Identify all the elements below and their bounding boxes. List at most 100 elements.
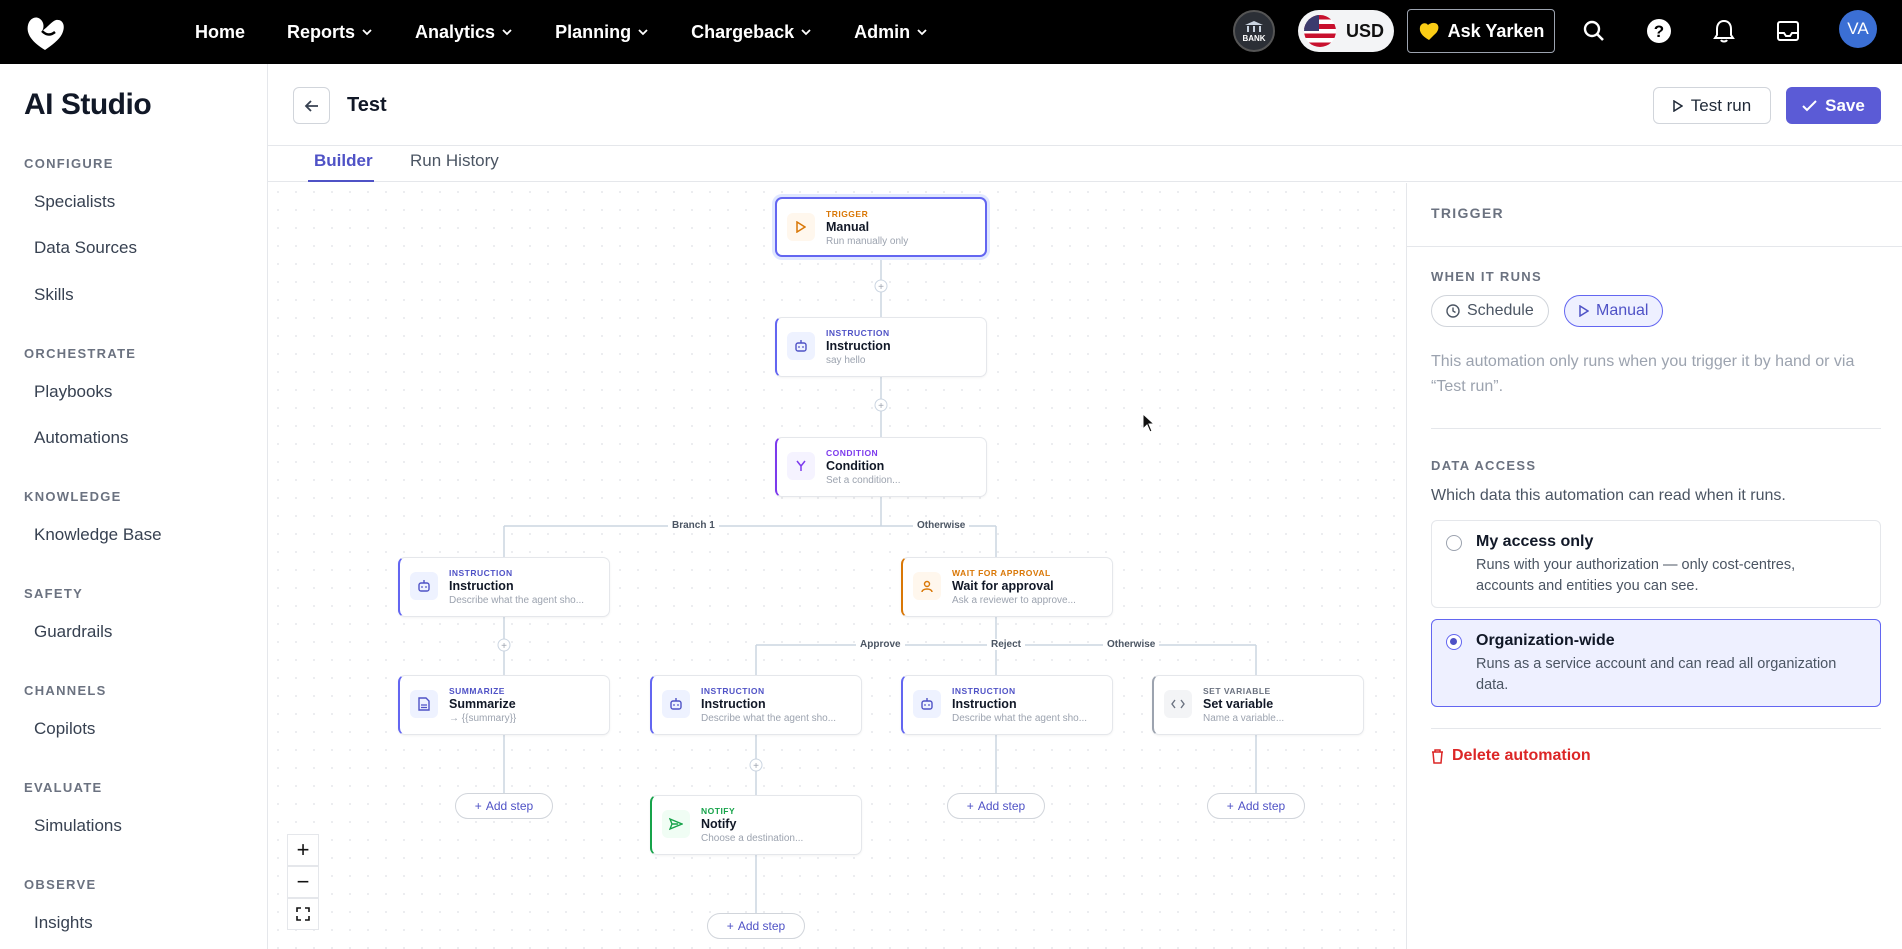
tab-run-history[interactable]: Run History bbox=[410, 151, 499, 171]
tab-bar: Builder Run History bbox=[268, 146, 1902, 182]
node-desc: Ask a reviewer to approve... bbox=[952, 595, 1076, 606]
currency-label: USD bbox=[1346, 20, 1385, 41]
play-icon bbox=[787, 213, 815, 241]
nav-chargeback[interactable]: Chargeback bbox=[691, 22, 812, 43]
flow-node-instruction[interactable]: INSTRUCTION Instruction Describe what th… bbox=[398, 557, 610, 617]
flow-node-condition[interactable]: CONDITION Condition Set a condition... bbox=[775, 437, 987, 497]
sidebar-item-simulations[interactable]: Simulations bbox=[34, 816, 122, 836]
chevron-down-icon bbox=[638, 29, 648, 36]
flow-canvas[interactable]: + + + + Branch 1 Otherwise Approve Rejec… bbox=[269, 183, 1406, 949]
chevron-down-icon bbox=[362, 29, 372, 36]
svg-text:+: + bbox=[753, 761, 759, 772]
sidebar-item-playbooks[interactable]: Playbooks bbox=[34, 382, 112, 402]
sidebar-item-automations[interactable]: Automations bbox=[34, 428, 129, 448]
bank-label: BANK bbox=[1242, 33, 1266, 43]
plus-icon: + bbox=[726, 919, 734, 933]
svg-text:+: + bbox=[878, 282, 884, 293]
document-icon bbox=[410, 690, 438, 718]
sidebar-section-safety: SAFETY bbox=[24, 586, 84, 601]
node-name: Instruction bbox=[449, 579, 514, 593]
radio-button[interactable] bbox=[1446, 535, 1462, 551]
flow-node-instruction[interactable]: INSTRUCTION Instruction say hello bbox=[775, 317, 987, 377]
mouse-cursor-icon bbox=[1142, 412, 1156, 438]
add-step-button[interactable]: + Add step bbox=[455, 793, 553, 819]
sidebar-item-specialists[interactable]: Specialists bbox=[34, 192, 115, 212]
sidebar-item-copilots[interactable]: Copilots bbox=[34, 719, 95, 739]
node-type: WAIT FOR APPROVAL bbox=[952, 568, 1051, 578]
sidebar-section-observe: OBSERVE bbox=[24, 877, 97, 892]
zoom-out-button[interactable]: − bbox=[287, 866, 319, 898]
flow-node-instruction[interactable]: INSTRUCTION Instruction Describe what th… bbox=[901, 675, 1113, 735]
flow-node-wait-for-approval[interactable]: WAIT FOR APPROVAL Wait for approval Ask … bbox=[901, 557, 1113, 617]
nav-chargeback-label: Chargeback bbox=[691, 21, 795, 42]
zoom-in-button[interactable]: + bbox=[287, 834, 319, 866]
chevron-down-icon bbox=[917, 29, 927, 36]
code-icon bbox=[1164, 690, 1192, 718]
sidebar-item-knowledge-base[interactable]: Knowledge Base bbox=[34, 525, 162, 545]
nav-admin[interactable]: Admin bbox=[854, 22, 928, 43]
test-run-button[interactable]: Test run bbox=[1653, 87, 1771, 124]
flow-node-notify[interactable]: NOTIFY Notify Choose a destination... bbox=[650, 795, 862, 855]
tab-builder[interactable]: Builder bbox=[314, 151, 373, 171]
node-name: Notify bbox=[701, 817, 737, 831]
node-name: Condition bbox=[826, 459, 885, 473]
sidebar-section-orchestrate: ORCHESTRATE bbox=[24, 346, 137, 361]
back-button[interactable] bbox=[293, 87, 330, 124]
node-type: SET VARIABLE bbox=[1203, 686, 1271, 696]
fit-view-button[interactable] bbox=[287, 898, 319, 930]
divider bbox=[1431, 428, 1881, 429]
add-step-button[interactable]: + Add step bbox=[947, 793, 1045, 819]
radio-button-selected[interactable] bbox=[1446, 634, 1462, 650]
manual-label: Manual bbox=[1596, 302, 1649, 319]
add-step-label: Add step bbox=[977, 799, 1026, 813]
flow-node-trigger[interactable]: TRIGGER Manual Run manually only bbox=[775, 197, 987, 257]
node-name: Manual bbox=[826, 220, 870, 234]
delete-automation-button[interactable]: Delete automation bbox=[1431, 747, 1591, 765]
manual-toggle[interactable]: Manual bbox=[1564, 295, 1664, 327]
sidebar-section-evaluate: EVALUATE bbox=[24, 780, 103, 795]
sidebar-item-data-sources[interactable]: Data Sources bbox=[34, 238, 137, 258]
nav-reports[interactable]: Reports bbox=[287, 22, 373, 43]
sidebar-item-skills[interactable]: Skills bbox=[34, 285, 74, 305]
inbox-icon[interactable] bbox=[1773, 16, 1803, 46]
send-icon bbox=[662, 810, 690, 838]
sidebar-section-knowledge: KNOWLEDGE bbox=[24, 489, 122, 504]
currency-selector[interactable]: USD bbox=[1298, 10, 1394, 52]
option-organization-wide[interactable]: Organization-wide Runs as a service acco… bbox=[1431, 619, 1881, 707]
flow-node-summarize[interactable]: SUMMARIZE Summarize → {{summary}} bbox=[398, 675, 610, 735]
flow-node-set-variable[interactable]: SET VARIABLE Set variable Name a variabl… bbox=[1152, 675, 1364, 735]
nav-home[interactable]: Home bbox=[195, 22, 245, 43]
search-icon[interactable] bbox=[1579, 16, 1609, 46]
svg-text:+: + bbox=[501, 641, 507, 652]
bell-icon[interactable] bbox=[1709, 16, 1739, 46]
delete-automation-label: Delete automation bbox=[1452, 747, 1591, 764]
flow-node-instruction[interactable]: INSTRUCTION Instruction Describe what th… bbox=[650, 675, 862, 735]
node-desc: say hello bbox=[826, 355, 866, 366]
svg-text:+: + bbox=[878, 401, 884, 412]
node-name: Wait for approval bbox=[952, 579, 1054, 593]
add-step-button[interactable]: + Add step bbox=[1207, 793, 1305, 819]
properties-panel: TRIGGER WHEN IT RUNS Schedule Manual Thi… bbox=[1406, 183, 1902, 949]
add-step-button[interactable]: + Add step bbox=[707, 913, 805, 939]
sidebar-item-guardrails[interactable]: Guardrails bbox=[34, 622, 112, 642]
chevron-down-icon bbox=[502, 29, 512, 36]
when-it-runs-label: WHEN IT RUNS bbox=[1431, 269, 1542, 284]
nav-analytics[interactable]: Analytics bbox=[415, 22, 513, 43]
bank-switcher[interactable]: BANK bbox=[1233, 10, 1275, 52]
node-name: Instruction bbox=[701, 697, 766, 711]
nav-planning[interactable]: Planning bbox=[555, 22, 649, 43]
schedule-toggle[interactable]: Schedule bbox=[1431, 295, 1549, 327]
option-my-access-only[interactable]: My access only Runs with your authorizat… bbox=[1431, 520, 1881, 608]
node-desc: Run manually only bbox=[826, 236, 909, 247]
save-button[interactable]: Save bbox=[1786, 87, 1881, 124]
app-logo-icon[interactable] bbox=[22, 12, 68, 52]
arrow-left-icon bbox=[304, 99, 318, 112]
help-icon[interactable]: ? bbox=[1644, 16, 1674, 46]
ask-yarken-button[interactable]: Ask Yarken bbox=[1407, 9, 1555, 53]
node-desc: Name a variable... bbox=[1203, 713, 1285, 724]
svg-text:?: ? bbox=[1654, 22, 1664, 41]
sidebar-item-insights[interactable]: Insights bbox=[34, 913, 93, 933]
option-title: Organization-wide bbox=[1476, 632, 1615, 649]
user-avatar[interactable]: VA bbox=[1839, 10, 1877, 48]
sidebar-title: AI Studio bbox=[24, 88, 152, 121]
